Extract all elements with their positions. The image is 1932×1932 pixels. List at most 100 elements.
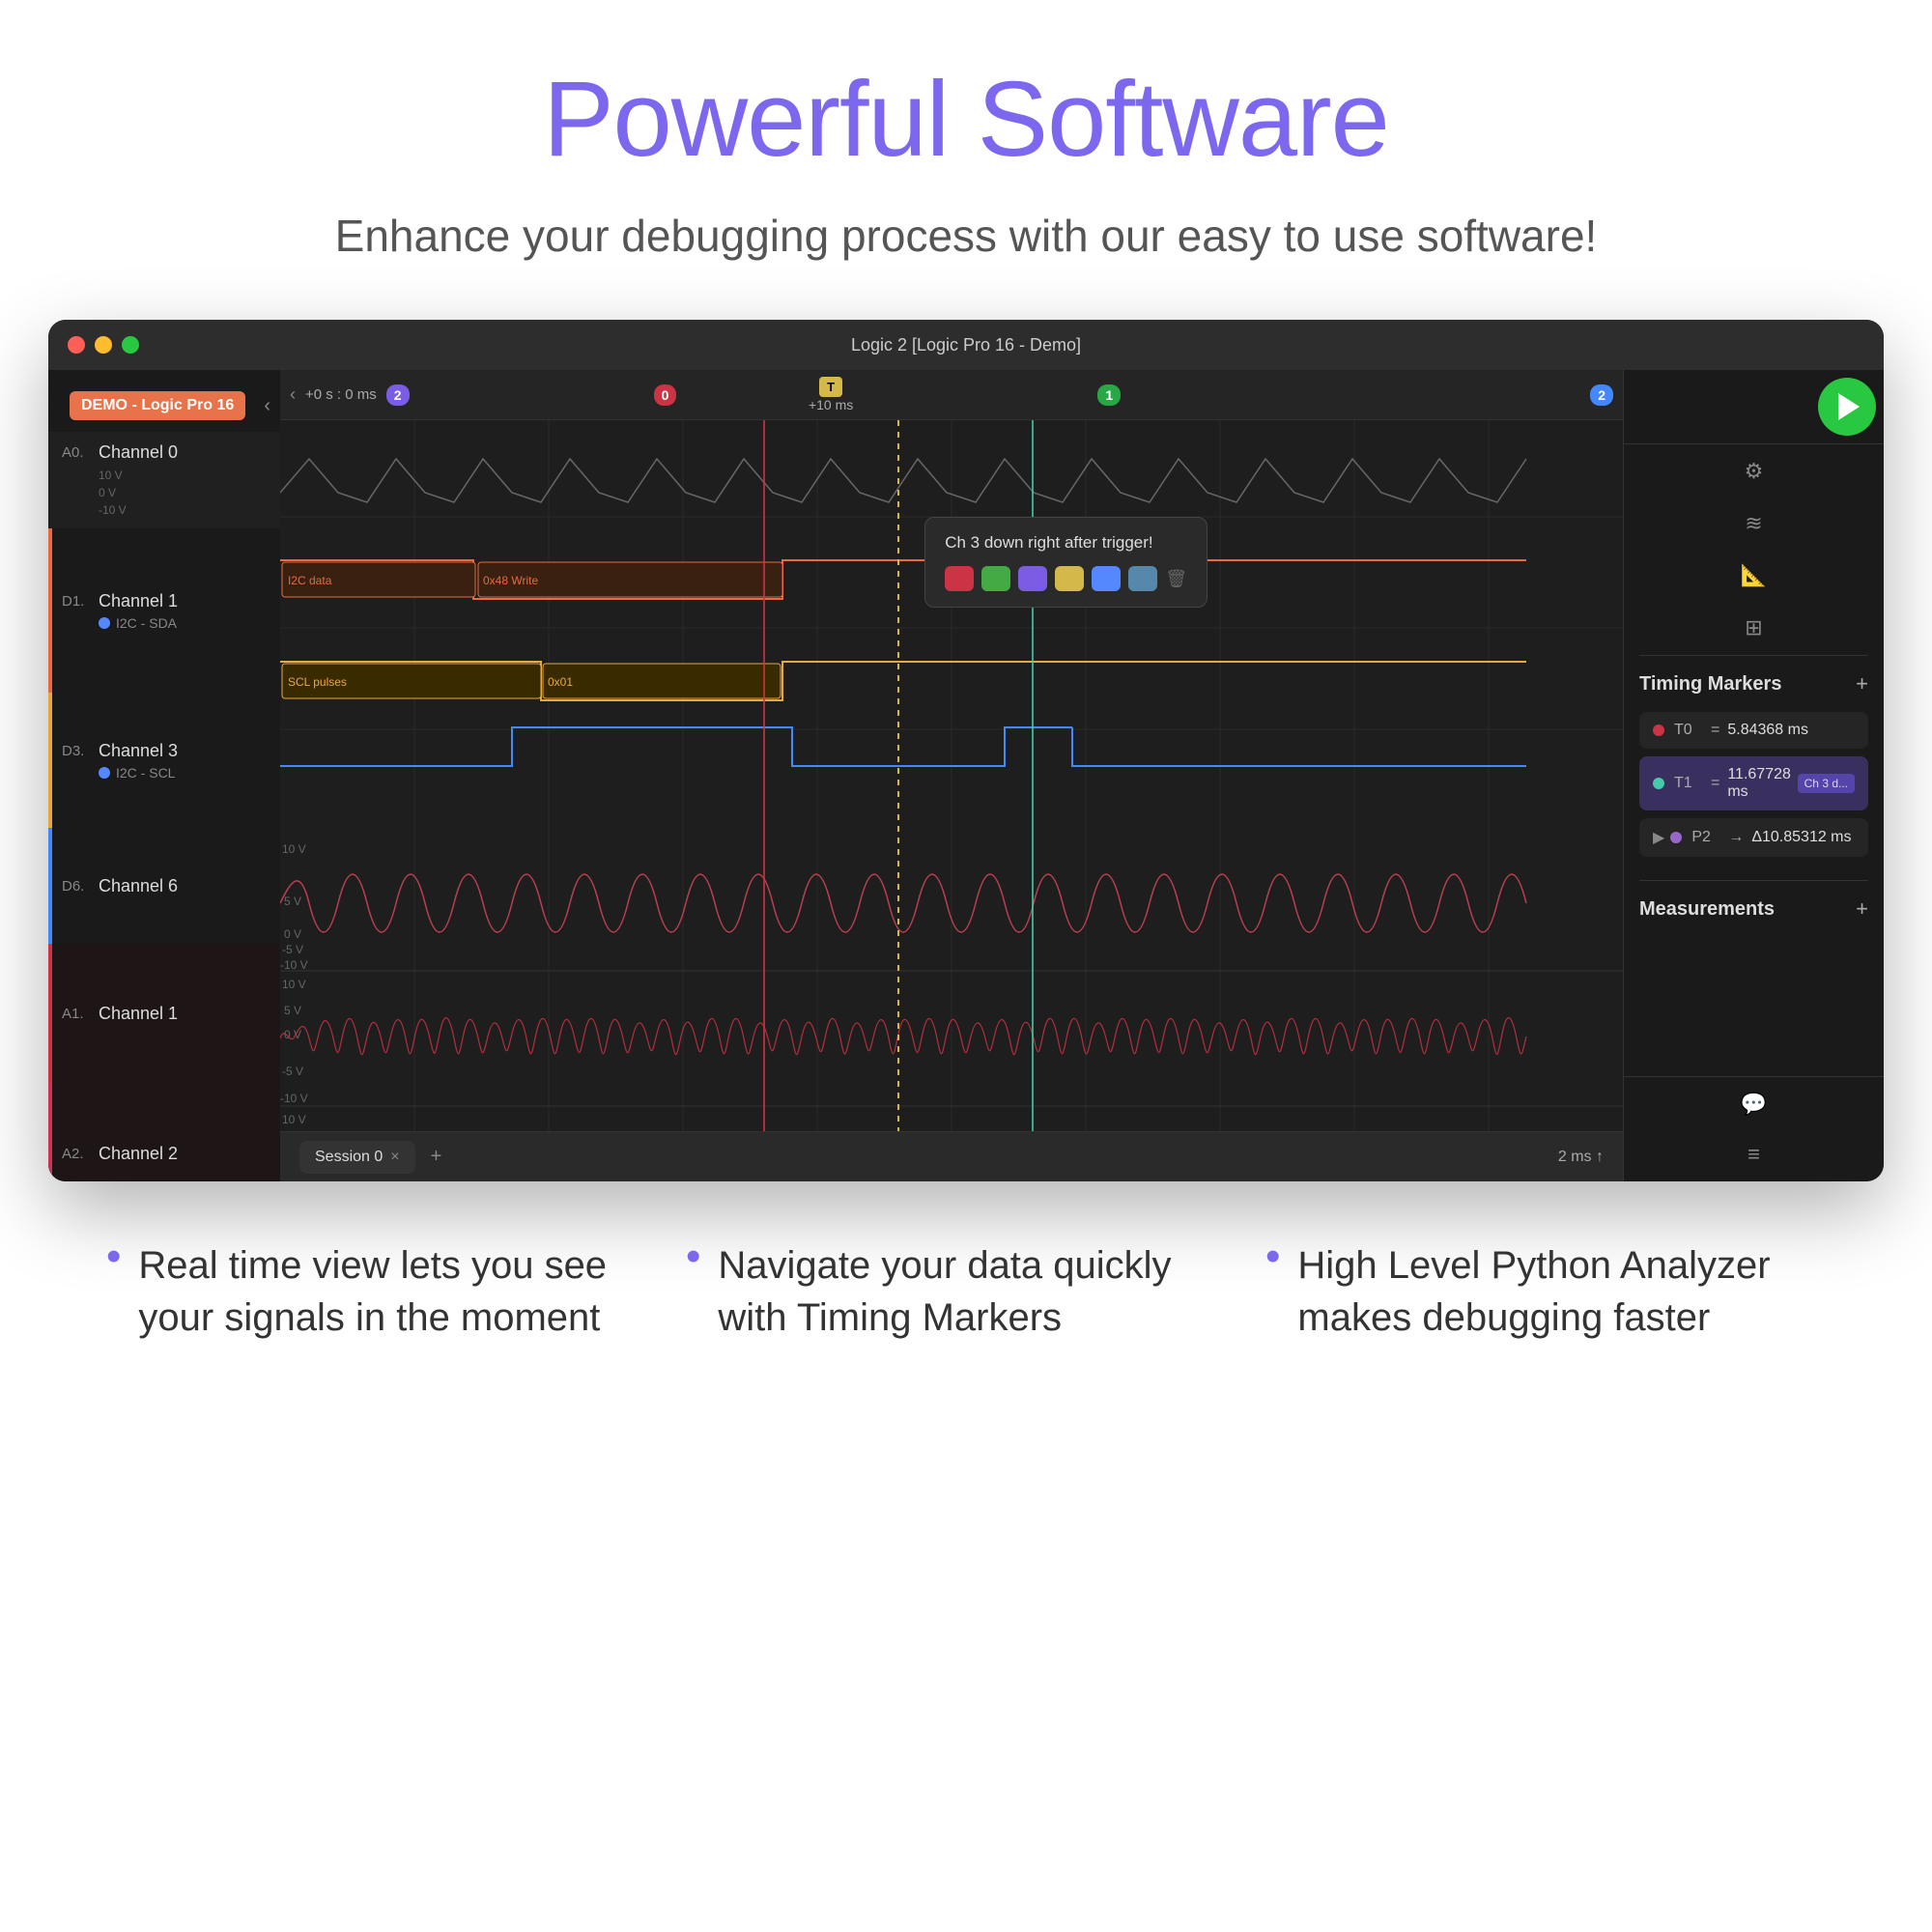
- right-panel: ⚙ ≋ 📐 ⊞ Timing Markers + T0: [1623, 370, 1884, 1181]
- timing-markers-section: Timing Markers + T0 = 5.84368 ms T1: [1624, 656, 1884, 880]
- bullet-icon-2: •: [686, 1236, 700, 1278]
- maximize-button[interactable]: [122, 336, 139, 354]
- svg-text:10 V: 10 V: [282, 842, 306, 856]
- measurements-section: Measurements +: [1624, 881, 1884, 952]
- protocol-dot: [99, 617, 110, 629]
- feature-text-1: Real time view lets you see your signals…: [138, 1239, 667, 1344]
- feature-bullet-row-1: • Real time view lets you see your signa…: [106, 1239, 667, 1344]
- timeline-header: ‹ +0 s : 0 ms 2 0 T +10 ms 1 2: [280, 370, 1623, 420]
- svg-text:0x48 Write: 0x48 Write: [483, 574, 538, 587]
- cursor-line: [897, 420, 899, 1131]
- analog-waveforms-svg: 10 V 5 V 0 V -5 V -10 V 10 V 5 V 0 V -5 …: [280, 836, 1623, 1131]
- tooltip-markers: 🗑: [945, 566, 1187, 591]
- channel-num: D1.: [62, 593, 91, 610]
- channel-item: D3. Channel 3 I2C - SCL: [48, 693, 280, 828]
- timing-markers-title: Timing Markers: [1639, 673, 1781, 696]
- marker-icon-yellow[interactable]: [1055, 566, 1084, 591]
- channel-num: A1.: [62, 1006, 91, 1022]
- marker-badge-ch3: Ch 3 d...: [1798, 774, 1855, 793]
- bullet-icon-3: •: [1265, 1236, 1280, 1278]
- svg-text:0 V: 0 V: [284, 927, 301, 941]
- minimize-button[interactable]: [95, 336, 112, 354]
- svg-text:5 V: 5 V: [284, 1004, 301, 1017]
- right-icon-bar: ⚙ ≋ 📐 ⊞: [1624, 444, 1884, 655]
- play-button-area: [1624, 370, 1884, 444]
- add-marker-button[interactable]: +: [1856, 671, 1868, 696]
- channel-list: A0. Channel 0 10 V 0 V -10 V D1: [48, 432, 280, 1181]
- settings-sliders-icon[interactable]: ⚙: [1737, 454, 1772, 489]
- marker-dot-purple: [1670, 832, 1682, 843]
- menu-icon[interactable]: ≡: [1737, 1137, 1772, 1172]
- measurements-title: Measurements: [1639, 898, 1775, 921]
- layout-icon[interactable]: ⊞: [1737, 611, 1772, 645]
- timing-markers-header: Timing Markers +: [1639, 671, 1868, 696]
- page-title: Powerful Software: [543, 58, 1389, 181]
- marker-icon-teal[interactable]: [1128, 566, 1157, 591]
- page-subtitle: Enhance your debugging process with our …: [335, 210, 1598, 262]
- trash-icon[interactable]: 🗑: [1165, 569, 1187, 589]
- feature-item-2: • Navigate your data quickly with Timing…: [686, 1239, 1246, 1344]
- svg-text:-5 V: -5 V: [282, 943, 303, 956]
- tooltip-text: Ch 3 down right after trigger!: [945, 533, 1187, 553]
- traffic-lights: [68, 336, 139, 354]
- session-tab[interactable]: Session 0 ×: [299, 1141, 415, 1174]
- channel-item: A0. Channel 0 10 V 0 V -10 V: [48, 432, 280, 528]
- svg-text:10 V: 10 V: [282, 978, 306, 991]
- channel-name: Channel 2: [99, 1144, 178, 1164]
- play-icon: [1838, 393, 1860, 420]
- marker-icon-green[interactable]: [981, 566, 1010, 591]
- marker-label-p2: P2: [1691, 829, 1720, 846]
- svg-text:10 V: 10 V: [282, 1113, 306, 1126]
- feature-bullet-row-3: • High Level Python Analyzer makes debug…: [1265, 1239, 1826, 1344]
- svg-text:SCL pulses: SCL pulses: [288, 675, 347, 689]
- feature-item-3: • High Level Python Analyzer makes debug…: [1265, 1239, 1826, 1344]
- svg-text:I2C data: I2C data: [288, 574, 332, 587]
- feature-text-3: High Level Python Analyzer makes debuggi…: [1297, 1239, 1826, 1344]
- add-session-icon[interactable]: +: [431, 1146, 442, 1168]
- channel-name: Channel 3: [99, 741, 178, 761]
- chat-icon[interactable]: 💬: [1737, 1087, 1772, 1122]
- bottom-icon-bar: 💬 ≡: [1624, 1076, 1884, 1181]
- waveform-icon[interactable]: ≋: [1737, 506, 1772, 541]
- channel-item: A2. Channel 2: [48, 1084, 280, 1181]
- ruler-icon[interactable]: 📐: [1737, 558, 1772, 593]
- channel-num: D6.: [62, 878, 91, 895]
- measurements-header: Measurements +: [1639, 896, 1868, 922]
- protocol-label: I2C - SDA: [116, 615, 177, 631]
- collapse-icon[interactable]: ‹: [264, 395, 270, 417]
- features-row: • Real time view lets you see your signa…: [48, 1239, 1884, 1344]
- marker-icon-blue[interactable]: [1092, 566, 1121, 591]
- svg-text:-5 V: -5 V: [282, 1065, 303, 1078]
- time-scale: 2 ms ↑: [1558, 1149, 1604, 1166]
- channel-name: Channel 1: [99, 1004, 178, 1024]
- feature-text-2: Navigate your data quickly with Timing M…: [718, 1239, 1246, 1344]
- nav-back-icon[interactable]: ‹: [290, 384, 296, 405]
- marker-icon-red[interactable]: [945, 566, 974, 591]
- expand-icon[interactable]: ▶: [1653, 828, 1664, 847]
- bullet-icon-1: •: [106, 1236, 121, 1278]
- marker-label-t1: T1: [1674, 775, 1703, 792]
- channel-name: Channel 0: [99, 442, 178, 463]
- play-button[interactable]: [1818, 378, 1876, 436]
- arrow-sign: →: [1728, 829, 1744, 846]
- timing-marker-t1[interactable]: T1 = 11.67728 ms Ch 3 d...: [1639, 756, 1868, 810]
- svg-text:-10 V: -10 V: [280, 958, 308, 972]
- digital-waveforms-svg: I2C data 0x48 Write SCL pulses 0x01: [280, 420, 1623, 836]
- waveform-area: Ch 3 down right after trigger! 🗑: [280, 420, 1623, 1131]
- svg-text:-10 V: -10 V: [280, 1092, 308, 1105]
- marker-value-t1: 11.67728 ms: [1727, 766, 1797, 801]
- app-window: Logic 2 [Logic Pro 16 - Demo] DEMO - Log…: [48, 320, 1884, 1181]
- trigger-marker: T +10 ms: [809, 377, 853, 412]
- add-measurement-button[interactable]: +: [1856, 896, 1868, 922]
- marker-icon-purple[interactable]: [1018, 566, 1047, 591]
- timing-marker-t0[interactable]: T0 = 5.84368 ms: [1639, 712, 1868, 749]
- channel-name: Channel 6: [99, 876, 178, 896]
- status-bar: Session 0 × + 2 ms ↑: [280, 1131, 1623, 1181]
- feature-bullet-row-2: • Navigate your data quickly with Timing…: [686, 1239, 1246, 1344]
- close-button[interactable]: [68, 336, 85, 354]
- timing-marker-p2[interactable]: ▶ P2 → Δ10.85312 ms: [1639, 818, 1868, 857]
- tab-close-icon[interactable]: ×: [390, 1149, 399, 1166]
- equals-sign: =: [1711, 775, 1719, 792]
- equals-sign: =: [1711, 722, 1719, 739]
- marker-badge-2b: 2: [1590, 384, 1613, 406]
